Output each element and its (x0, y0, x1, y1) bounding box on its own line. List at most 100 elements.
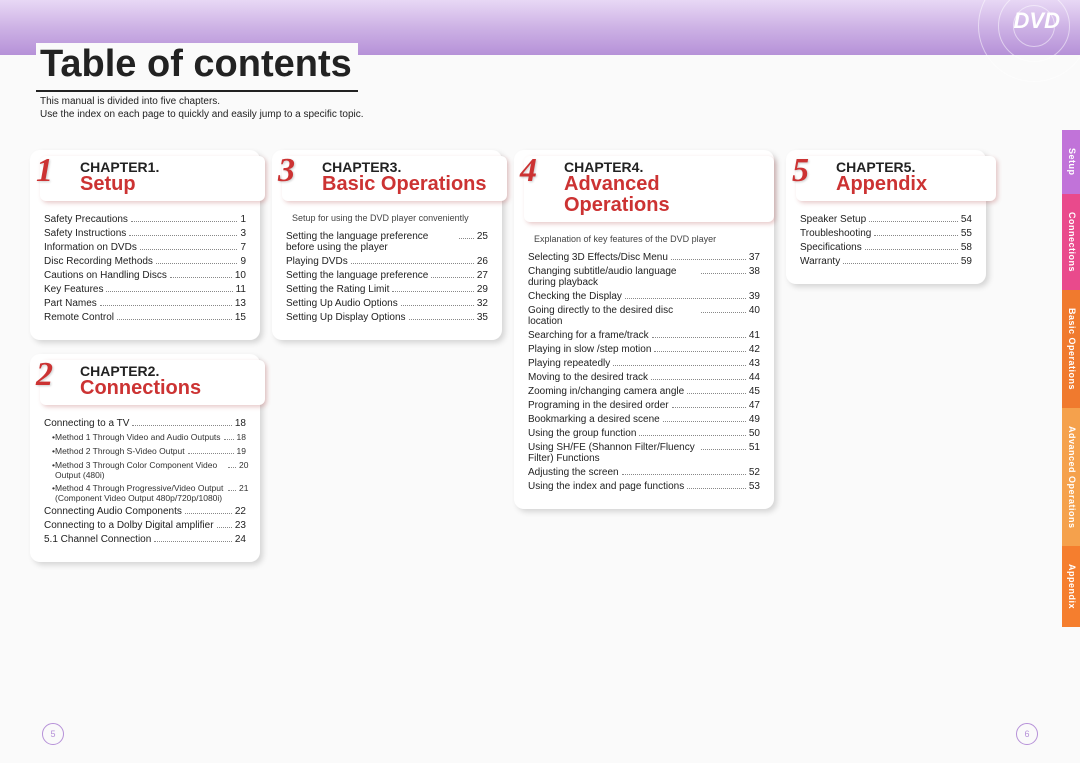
toc-item[interactable]: Method 4 Through Progressive/Video Outpu… (44, 483, 246, 503)
toc-item[interactable]: Remote Control 15 (44, 312, 246, 323)
chapter-5-label: CHAPTER5. (836, 160, 986, 174)
tab-basic-operations[interactable]: Basic Operations (1062, 290, 1080, 408)
toc-item[interactable]: Adjusting the screen52 (528, 467, 760, 478)
toc-item[interactable]: Connecting to a Dolby Digital amplifier2… (44, 520, 246, 531)
tab-appendix[interactable]: Appendix (1062, 546, 1080, 627)
tab-setup[interactable]: Setup (1062, 130, 1080, 194)
chapter-5-heading: 5 CHAPTER5. Appendix (796, 156, 996, 201)
intro-line-2: Use the index on each page to quickly an… (40, 108, 364, 121)
tab-connections[interactable]: Connections (1062, 194, 1080, 290)
toc-item[interactable]: Checking the Display39 (528, 291, 760, 302)
toc-item[interactable]: Troubleshooting55 (800, 228, 972, 239)
tab-advanced-operations[interactable]: Advanced Operations (1062, 408, 1080, 547)
toc-item-page: 37 (749, 252, 760, 263)
toc-item[interactable]: Setting the language preference before u… (286, 231, 488, 253)
chapter-1-list: Safety Precautions1 Safety Instructions3 I… (44, 214, 246, 323)
toc-dots (651, 379, 746, 380)
chapter-2-list: Connecting to a TV18 Method 1 Through Vid… (44, 418, 246, 545)
toc-dots (156, 263, 238, 264)
toc-dots (401, 305, 474, 306)
toc-item[interactable]: Warranty59 (800, 256, 972, 267)
toc-item-text: Moving to the desired track (528, 372, 648, 383)
toc-item-text: Key Features (44, 284, 103, 295)
toc-item-page: 43 (749, 358, 760, 369)
toc-item[interactable]: Connecting to a TV18 (44, 418, 246, 429)
chapter-3-note: Setup for using the DVD player convenien… (292, 213, 488, 223)
toc-item-text: Playing in slow /step motion (528, 344, 651, 355)
toc-item-text: Changing subtitle/audio language during … (528, 266, 698, 288)
toc-item[interactable]: Using the index and page functions53 (528, 481, 760, 492)
toc-item-page: 45 (749, 386, 760, 397)
toc-item-page: 42 (749, 344, 760, 355)
toc-item[interactable]: Setting the language preference 27 (286, 270, 488, 281)
toc-item-text: Connecting to a Dolby Digital amplifier (44, 520, 214, 531)
toc-item-page: 47 (749, 400, 760, 411)
column-1: 1 CHAPTER1. Setup Safety Precautions1Saf… (30, 150, 260, 576)
toc-item[interactable]: Playing repeatedly 43 (528, 358, 760, 369)
toc-item[interactable]: Using the group function50 (528, 428, 760, 439)
toc-item[interactable]: Searching for a frame/track41 (528, 330, 760, 341)
chapter-3-label: CHAPTER3. (322, 160, 497, 174)
toc-item[interactable]: Cautions on Handling Discs10 (44, 270, 246, 281)
toc-item[interactable]: Connecting Audio Components22 (44, 506, 246, 517)
toc-item-page: 1 (240, 214, 246, 225)
toc-item-text: Playing repeatedly (528, 358, 610, 369)
toc-item-text: Setting the language preference before u… (286, 231, 456, 253)
toc-item-page: 51 (749, 442, 760, 453)
toc-item[interactable]: 5.1 Channel Connection24 (44, 534, 246, 545)
toc-item-text: Speaker Setup (800, 214, 866, 225)
toc-item[interactable]: Disc Recording Methods9 (44, 256, 246, 267)
toc-item-page: 25 (477, 231, 488, 242)
toc-item[interactable]: Going directly to the desired disc locat… (528, 305, 760, 327)
toc-item[interactable]: Speaker Setup54 (800, 214, 972, 225)
toc-item-page: 15 (235, 312, 246, 323)
toc-item[interactable]: Safety Instructions3 (44, 228, 246, 239)
toc-dots (874, 235, 958, 236)
toc-item[interactable]: Setting Up Audio Options32 (286, 298, 488, 309)
column-3: 4 CHAPTER4. Advanced Operations Explanat… (514, 150, 774, 576)
toc-item-text: Remote Control (44, 312, 114, 323)
toc-item-page: 26 (477, 256, 488, 267)
toc-item[interactable]: Specifications58 (800, 242, 972, 253)
toc-item-page: 41 (749, 330, 760, 341)
toc-item[interactable]: Moving to the desired track44 (528, 372, 760, 383)
page-title: Table of contents (36, 43, 358, 92)
toc-item[interactable]: Information on DVDs7 (44, 242, 246, 253)
toc-item[interactable]: Using SH/FE (Shannon Filter/Fluency Filt… (528, 442, 760, 464)
page-number-left: 5 (42, 723, 64, 745)
toc-item[interactable]: Safety Precautions1 (44, 214, 246, 225)
toc-dots (100, 305, 232, 306)
toc-item-page: 27 (477, 270, 488, 281)
toc-page: DVD Table of contents This manual is div… (0, 0, 1080, 763)
toc-item[interactable]: Setting Up Display Options35 (286, 312, 488, 323)
toc-item[interactable]: Zooming in/changing camera angle45 (528, 386, 760, 397)
toc-dots (701, 273, 746, 274)
toc-dots (117, 319, 232, 320)
toc-item[interactable]: Setting the Rating Limit29 (286, 284, 488, 295)
toc-dots (654, 351, 745, 352)
toc-item-text: Setting the language preference (286, 270, 428, 281)
toc-item-text: Specifications (800, 242, 862, 253)
toc-item[interactable]: Key Features11 (44, 284, 246, 295)
toc-item-text: Setting Up Display Options (286, 312, 406, 323)
chapter-5-box: 5 CHAPTER5. Appendix Speaker Setup54Trou… (786, 150, 986, 284)
chapter-2-box: 2 CHAPTER2. Connections Connecting to a … (30, 354, 260, 562)
toc-item[interactable]: Method 2 Through S-Video Output19 (44, 446, 246, 457)
toc-item-page: 39 (749, 291, 760, 302)
toc-item[interactable]: Method 1 Through Video and Audio Outputs… (44, 432, 246, 443)
toc-item[interactable]: Programing in the desired order 47 (528, 400, 760, 411)
toc-item[interactable]: Part Names13 (44, 298, 246, 309)
toc-item-text: Playing DVDs (286, 256, 348, 267)
toc-item-text: Setting Up Audio Options (286, 298, 398, 309)
toc-item[interactable]: Bookmarking a desired scene49 (528, 414, 760, 425)
toc-item[interactable]: Changing subtitle/audio language during … (528, 266, 760, 288)
toc-item-page: 7 (240, 242, 246, 253)
toc-item-text: Programing in the desired order (528, 400, 669, 411)
toc-item-page: 9 (240, 256, 246, 267)
toc-dots (185, 513, 232, 514)
toc-item[interactable]: Selecting 3D Effects/Disc Menu37 (528, 252, 760, 263)
toc-item[interactable]: Method 3 Through Color Component Video O… (44, 460, 246, 480)
toc-item[interactable]: Playing DVDs 26 (286, 256, 488, 267)
toc-item[interactable]: Playing in slow /step motion 42 (528, 344, 760, 355)
side-tabs: Setup Connections Basic Operations Advan… (1062, 130, 1080, 627)
